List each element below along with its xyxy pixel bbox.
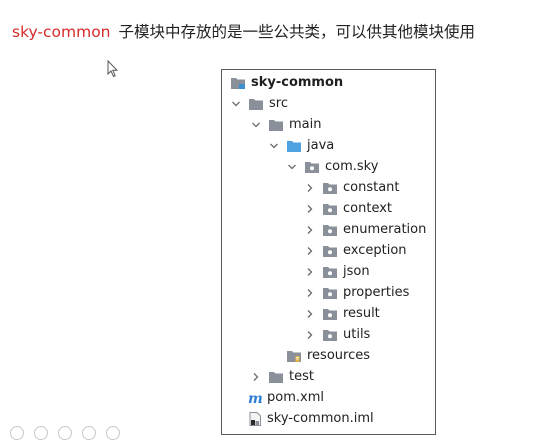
tree-item-label: constant bbox=[343, 180, 400, 195]
tree-item-utils[interactable]: utils bbox=[304, 324, 370, 345]
tree-item-label: properties bbox=[343, 285, 410, 300]
tree-item-label: main bbox=[289, 117, 322, 132]
source-folder-icon bbox=[286, 139, 302, 153]
tree-item-label: context bbox=[343, 201, 392, 216]
tree-item-label: enumeration bbox=[343, 222, 427, 237]
chevron-right-icon[interactable] bbox=[304, 329, 316, 341]
toolbar-circle-icon[interactable] bbox=[34, 426, 48, 440]
tree-item-label: exception bbox=[343, 243, 407, 258]
chevron-right-icon[interactable] bbox=[304, 182, 316, 194]
toolbar-circle-icon[interactable] bbox=[106, 426, 120, 440]
chevron-down-icon[interactable] bbox=[250, 119, 262, 131]
maven-icon: m bbox=[248, 391, 262, 405]
tree-item-label: result bbox=[343, 306, 380, 321]
iml-file-icon bbox=[248, 411, 262, 426]
tree-item-src[interactable]: src bbox=[230, 93, 288, 114]
package-icon bbox=[322, 244, 338, 258]
chevron-right-icon[interactable] bbox=[304, 266, 316, 278]
package-icon bbox=[322, 265, 338, 279]
toolbar-circle-icon[interactable] bbox=[82, 426, 96, 440]
tree-item-pom[interactable]: m pom.xml bbox=[248, 387, 324, 408]
tree-item-test[interactable]: test bbox=[250, 366, 314, 387]
chevron-right-icon[interactable] bbox=[304, 224, 316, 236]
chevron-down-icon[interactable] bbox=[268, 140, 280, 152]
resources-folder-icon bbox=[286, 349, 302, 363]
tree-item-main[interactable]: main bbox=[250, 114, 321, 135]
svg-text:m: m bbox=[248, 391, 262, 405]
tree-item-result[interactable]: result bbox=[304, 303, 380, 324]
tree-item-sky-common[interactable]: sky-common bbox=[230, 72, 343, 93]
folder-icon bbox=[268, 370, 284, 384]
mouse-cursor-icon bbox=[107, 60, 119, 78]
folder-icon bbox=[268, 118, 284, 132]
tree-item-properties[interactable]: properties bbox=[304, 282, 409, 303]
tree-item-label: src bbox=[269, 96, 288, 111]
folder-icon bbox=[248, 97, 264, 111]
chevron-right-icon[interactable] bbox=[304, 203, 316, 215]
module-name: sky-common bbox=[12, 23, 111, 41]
tree-item-resources[interactable]: resources bbox=[286, 345, 370, 366]
tree-item-java[interactable]: java bbox=[268, 135, 334, 156]
toolbar-circle-icon[interactable] bbox=[58, 426, 72, 440]
package-icon bbox=[304, 160, 320, 174]
tree-item-label: pom.xml bbox=[267, 390, 324, 405]
tree-item-json[interactable]: json bbox=[304, 261, 370, 282]
package-icon bbox=[322, 328, 338, 342]
package-icon bbox=[322, 286, 338, 300]
tree-item-enumeration[interactable]: enumeration bbox=[304, 219, 426, 240]
chevron-down-icon[interactable] bbox=[286, 161, 298, 173]
tree-item-label: resources bbox=[307, 348, 371, 363]
package-icon bbox=[322, 202, 338, 216]
tree-item-label: test bbox=[289, 369, 314, 384]
partially-visible-toolbar bbox=[0, 426, 140, 440]
caption-text: sky-common 子模块中存放的是一些公共类，可以供其他模块使用 bbox=[12, 20, 475, 42]
caption-description: 子模块中存放的是一些公共类，可以供其他模块使用 bbox=[118, 23, 476, 41]
chevron-down-icon[interactable] bbox=[230, 98, 242, 110]
tree-item-label: com.sky bbox=[325, 159, 379, 174]
tree-item-label: sky-common bbox=[251, 75, 344, 90]
tree-item-exception[interactable]: exception bbox=[304, 240, 407, 261]
tree-item-label: sky-common.iml bbox=[267, 411, 374, 426]
tree-item-iml[interactable]: sky-common.iml bbox=[248, 408, 374, 429]
tree-item-label: utils bbox=[343, 327, 371, 342]
tree-item-label: json bbox=[343, 264, 370, 279]
chevron-right-icon[interactable] bbox=[304, 287, 316, 299]
package-icon bbox=[322, 307, 338, 321]
project-tree-panel: sky-common src main java com.sky constan… bbox=[221, 69, 436, 435]
tree-item-constant[interactable]: constant bbox=[304, 177, 400, 198]
tree-item-com-sky[interactable]: com.sky bbox=[286, 156, 378, 177]
package-icon bbox=[322, 223, 338, 237]
module-folder-icon bbox=[230, 76, 246, 90]
tree-item-label: java bbox=[307, 138, 335, 153]
toolbar-circle-icon[interactable] bbox=[10, 426, 24, 440]
chevron-right-icon[interactable] bbox=[304, 245, 316, 257]
package-icon bbox=[322, 181, 338, 195]
tree-item-context[interactable]: context bbox=[304, 198, 392, 219]
chevron-right-icon[interactable] bbox=[250, 371, 262, 383]
chevron-right-icon[interactable] bbox=[304, 308, 316, 320]
